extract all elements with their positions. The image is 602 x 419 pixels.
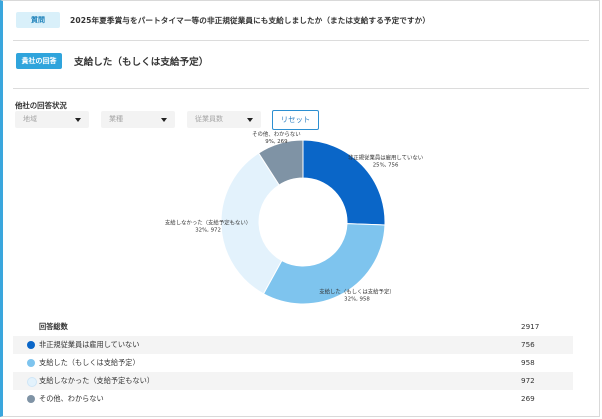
row-value: 958 (521, 358, 535, 367)
legend-dot (27, 377, 37, 387)
row-value: 269 (521, 394, 535, 403)
row-label: その他、わからない (39, 394, 104, 403)
total-label: 回答総数 (39, 322, 68, 331)
row-label: 支給した（もしくは支給予定） (39, 358, 140, 367)
slice-label: 支給しなかった（支給予定もない） (165, 219, 251, 227)
slice-label: 非正規従業員は雇用していない (348, 153, 423, 161)
row-label: 非正規従業員は雇用していない (39, 340, 140, 349)
total-value: 2917 (521, 322, 540, 331)
summary-table: 回答総数 2917 非正規従業員は雇用していない 756 支給した（もしくは支給… (13, 318, 573, 408)
table-row: 支給した（もしくは支給予定） 958 (13, 354, 573, 372)
table-row: 非正規従業員は雇用していない 756 (13, 336, 573, 354)
row-value: 972 (521, 376, 535, 385)
table-total-row: 回答総数 2917 (13, 318, 573, 336)
table-row: その他、わからない 269 (13, 390, 573, 408)
slice-value-label: 32%, 958 (344, 297, 370, 303)
legend-dot (27, 395, 35, 403)
legend-dot (27, 341, 35, 349)
slice-label: その他、わからない (252, 130, 301, 138)
slice-value-label: 9%, 269 (265, 139, 288, 145)
donut-slice[interactable] (302, 139, 386, 226)
slice-value-label: 25%, 756 (373, 162, 399, 168)
table-row: 支給しなかった（支給予定もない） 972 (13, 372, 573, 390)
row-value: 756 (521, 340, 535, 349)
legend-dot (27, 359, 35, 367)
row-label: 支給しなかった（支給予定もない） (39, 376, 155, 385)
slice-value-label: 32%, 972 (195, 228, 221, 234)
slice-label: 支給した（もしくは支給予定） (319, 288, 394, 296)
